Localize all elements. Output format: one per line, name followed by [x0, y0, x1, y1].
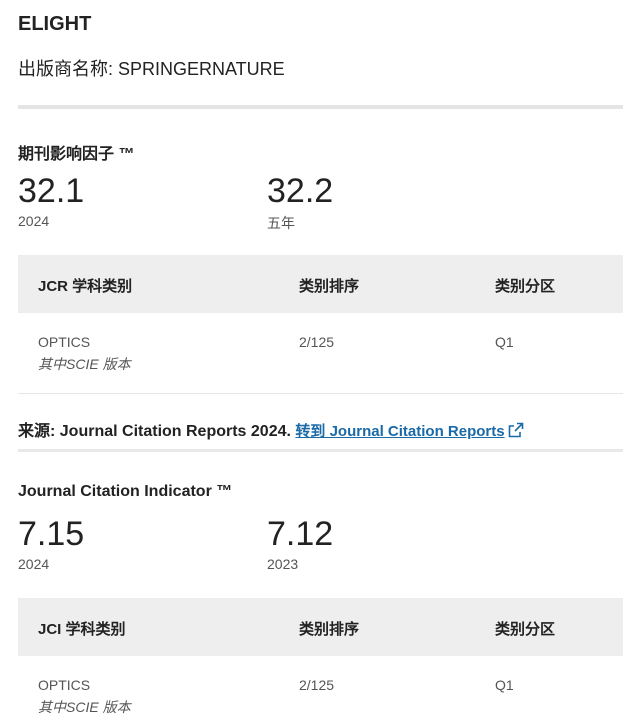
table-header-row: JCI 学科类别 类别排序 类别分区 [18, 598, 623, 656]
column-header-quartile: 类别分区 [495, 278, 556, 295]
jci-value: 7.15 [18, 515, 85, 553]
quartile-cell: Q1 [495, 677, 514, 693]
journal-metrics-page: ELIGHT 出版商名称: SPRINGERNATURE 期刊影响因子 ™ 32… [0, 0, 623, 727]
category-cell: OPTICS 其中SCIE 版本 [38, 334, 131, 374]
column-header-quartile: 类别分区 [495, 621, 556, 638]
jif-five-year-label: 五年 [267, 215, 295, 231]
column-header-category: JCI 学科类别 [38, 621, 126, 638]
jif-value: 32.1 [18, 172, 85, 210]
table-row: OPTICS 其中SCIE 版本 2/125 Q1 [18, 656, 623, 727]
jif-section-title: 期刊影响因子 ™ [18, 146, 135, 163]
category-cell: OPTICS 其中SCIE 版本 [38, 677, 131, 717]
jcr-category-table: JCR 学科类别 类别排序 类别分区 OPTICS 其中SCIE 版本 2/12… [18, 255, 623, 394]
external-link-icon [508, 422, 524, 442]
rank-cell: 2/125 [299, 677, 335, 693]
section-divider [18, 105, 623, 109]
rank-cell: 2/125 [299, 334, 335, 350]
jif-five-year-value: 32.2 [267, 172, 334, 210]
journal-title: ELIGHT [18, 13, 92, 35]
table-header-row: JCR 学科类别 类别排序 类别分区 [18, 255, 623, 313]
edition-label: 其中SCIE 版本 [38, 356, 131, 372]
source-line: 来源: Journal Citation Reports 2024. 转到 Jo… [18, 417, 524, 442]
publisher-name: 出版商名称: SPRINGERNATURE [18, 59, 285, 79]
column-header-rank: 类别排序 [299, 278, 360, 295]
jci-year: 2024 [18, 556, 50, 572]
edition-label: 其中SCIE 版本 [38, 699, 131, 715]
section-divider [18, 449, 623, 452]
jcr-link-text: 转到 Journal Citation Reports [295, 423, 505, 440]
jif-year: 2024 [18, 213, 50, 229]
column-header-category: JCR 学科类别 [38, 278, 133, 295]
jci-section-title: Journal Citation Indicator ™ [18, 483, 233, 500]
category-name: OPTICS [38, 677, 91, 693]
jci-prior-year: 2023 [267, 556, 299, 572]
jcr-link[interactable]: 转到 Journal Citation Reports [295, 422, 524, 442]
table-row: OPTICS 其中SCIE 版本 2/125 Q1 [18, 313, 623, 394]
jci-category-table: JCI 学科类别 类别排序 类别分区 OPTICS 其中SCIE 版本 2/12… [18, 598, 623, 727]
source-label: 来源: Journal Citation Reports 2024. [18, 423, 291, 440]
column-header-rank: 类别排序 [299, 621, 360, 638]
category-name: OPTICS [38, 334, 91, 350]
quartile-cell: Q1 [495, 334, 514, 350]
jci-prior-value: 7.12 [267, 515, 334, 553]
